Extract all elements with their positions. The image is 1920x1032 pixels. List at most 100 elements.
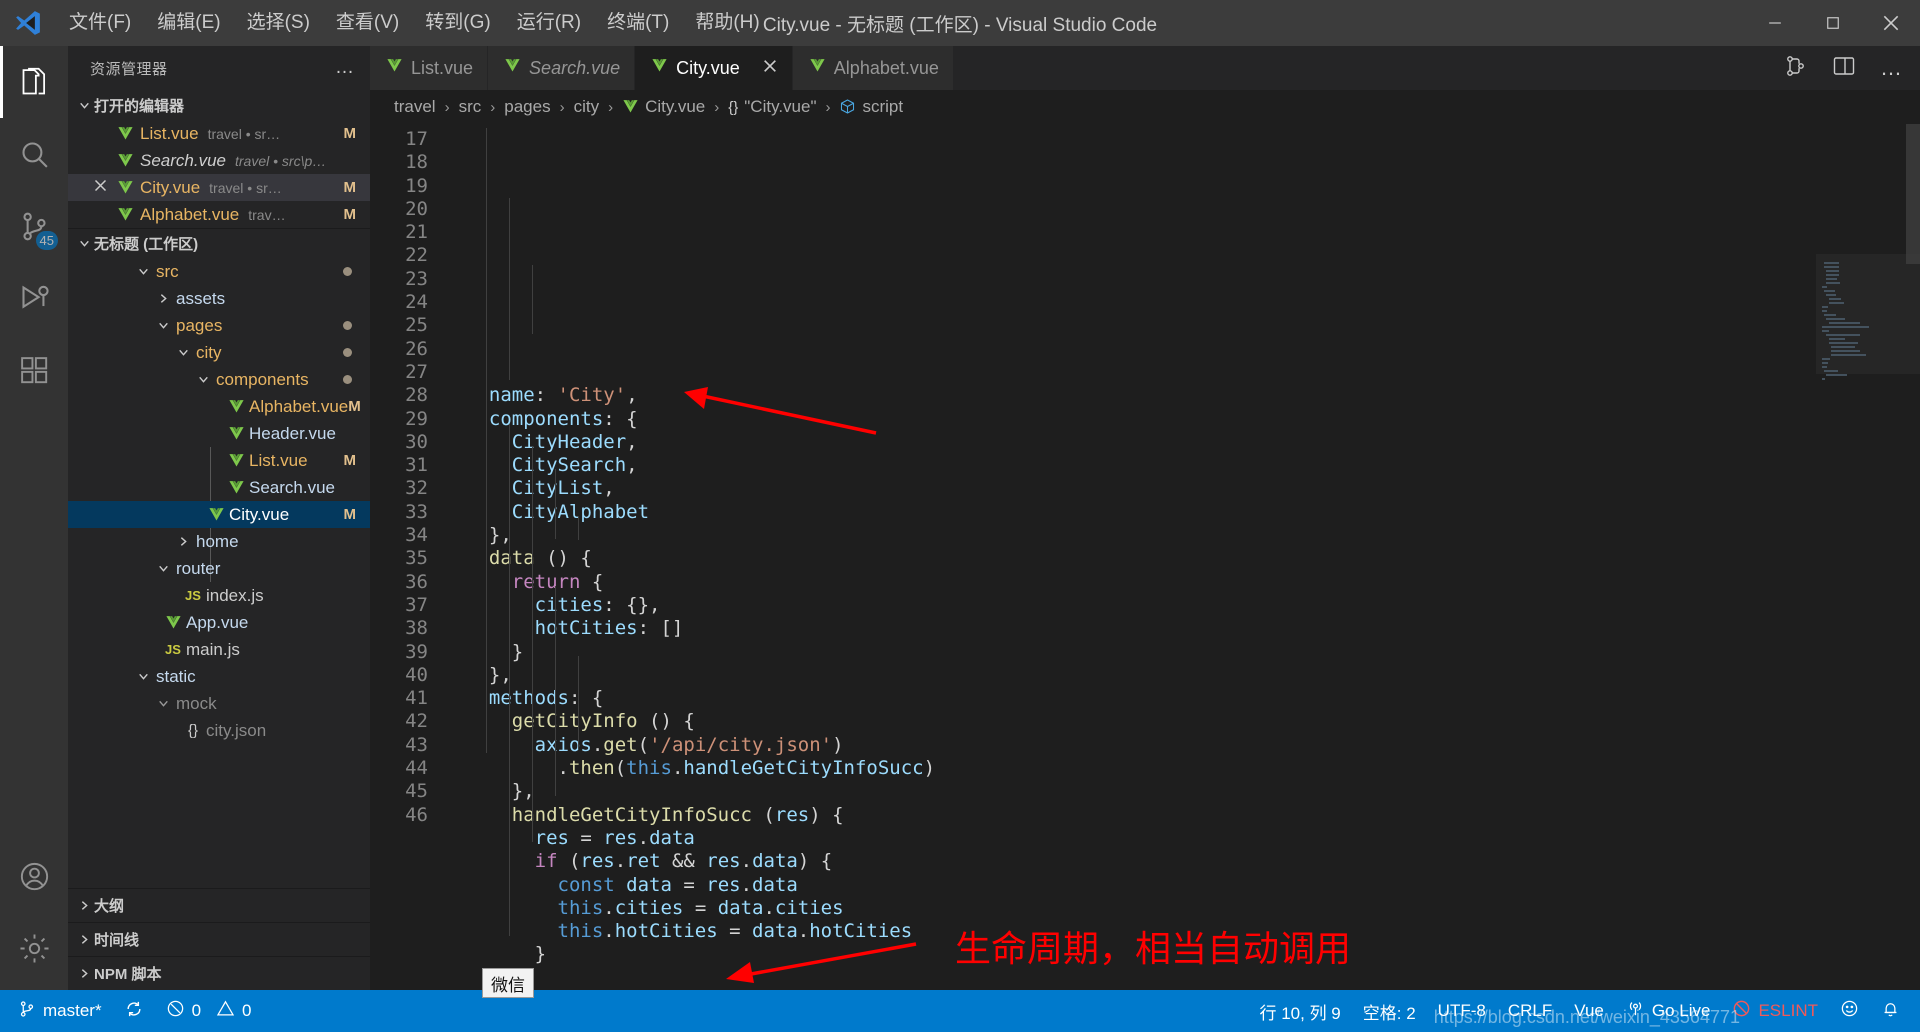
activity-accounts[interactable] bbox=[0, 840, 68, 912]
tree-file-search-vue[interactable]: Search.vue bbox=[68, 474, 370, 501]
tree-folder-home[interactable]: home bbox=[68, 528, 370, 555]
breadcrumb-symbol-object[interactable]: {} "City.vue" bbox=[728, 97, 816, 117]
status-cursor-position[interactable]: 行 10, 列 9 bbox=[1249, 990, 1352, 1032]
minimap[interactable] bbox=[1816, 124, 1920, 990]
code-line[interactable]: name: 'City', bbox=[466, 384, 1920, 407]
code-line[interactable]: handleGetCityInfoSucc (res) { bbox=[466, 804, 1920, 827]
code-line[interactable]: this.hotCities = data.hotCities bbox=[466, 920, 1920, 943]
tab-alphabet-vue[interactable]: Alphabet.vue bbox=[792, 46, 954, 90]
code-line[interactable]: } bbox=[466, 943, 1920, 966]
tab-city-vue[interactable]: City.vue bbox=[635, 46, 793, 90]
breadcrumb-src[interactable]: src bbox=[459, 97, 482, 117]
status-eol[interactable]: CRLF bbox=[1497, 990, 1563, 1032]
menu-edit[interactable]: 编辑(E) bbox=[144, 0, 233, 46]
code-line[interactable]: components: { bbox=[466, 408, 1920, 431]
breadcrumb-file[interactable]: City.vue bbox=[622, 97, 705, 117]
tab-list-vue[interactable]: List.vue bbox=[370, 46, 489, 90]
breadcrumb-city[interactable]: city bbox=[574, 97, 600, 117]
code-line[interactable]: CityHeader, bbox=[466, 431, 1920, 454]
breadcrumb-symbol-script[interactable]: script bbox=[839, 97, 903, 117]
section-open-editors[interactable]: 打开的编辑器 bbox=[68, 90, 370, 120]
code-content[interactable]: name: 'City', components: { CityHeader, … bbox=[452, 124, 1920, 990]
open-editor-item[interactable]: List.vue travel • sr… M bbox=[68, 120, 370, 147]
section-workspace[interactable]: 无标题 (工作区) bbox=[68, 228, 370, 258]
status-encoding[interactable]: UTF-8 bbox=[1427, 990, 1497, 1032]
code-line[interactable]: return { bbox=[466, 571, 1920, 594]
activity-explorer[interactable] bbox=[0, 46, 68, 118]
section-npm-scripts[interactable]: NPM 脚本 bbox=[68, 956, 370, 990]
breadcrumb-travel[interactable]: travel bbox=[394, 97, 436, 117]
tree-folder-components[interactable]: components bbox=[68, 366, 370, 393]
code-editor[interactable]: 17 18 19 20 21 22 23 24 25 26 27 28 29 30 31 32 33 34 35 36… bbox=[370, 124, 1920, 990]
tree-file-index-js[interactable]: JS index.js bbox=[68, 582, 370, 609]
menu-selection[interactable]: 选择(S) bbox=[234, 0, 323, 46]
breadcrumb-pages[interactable]: pages bbox=[504, 97, 550, 117]
code-line[interactable]: this.cities = data.cities bbox=[466, 897, 1920, 920]
code-line[interactable]: data () { bbox=[466, 547, 1920, 570]
menu-go[interactable]: 转到(G) bbox=[412, 0, 503, 46]
tree-folder-src[interactable]: src bbox=[68, 258, 370, 285]
close-editor-icon[interactable] bbox=[88, 178, 112, 197]
status-eslint[interactable]: ESLINT bbox=[1721, 990, 1829, 1032]
code-line[interactable]: }, bbox=[466, 664, 1920, 687]
sidebar-more-actions-icon[interactable]: … bbox=[335, 57, 356, 79]
tree-file-app-vue[interactable]: App.vue bbox=[68, 609, 370, 636]
split-vertical-icon[interactable] bbox=[1784, 54, 1808, 83]
activity-search[interactable] bbox=[0, 118, 68, 190]
code-line[interactable]: CitySearch, bbox=[466, 454, 1920, 477]
code-line[interactable]: } bbox=[466, 641, 1920, 664]
code-line[interactable]: methods: { bbox=[466, 687, 1920, 710]
menu-view[interactable]: 查看(V) bbox=[323, 0, 412, 46]
tree-file-city-vue-selected[interactable]: City.vue M bbox=[68, 501, 370, 528]
code-line[interactable]: CityList, bbox=[466, 477, 1920, 500]
tree-folder-pages[interactable]: pages bbox=[68, 312, 370, 339]
tree-folder-static[interactable]: static bbox=[68, 663, 370, 690]
open-editor-item-selected[interactable]: City.vue travel • sr… M bbox=[68, 174, 370, 201]
tree-folder-assets[interactable]: assets bbox=[68, 285, 370, 312]
code-line[interactable]: if (res.ret && res.data) { bbox=[466, 850, 1920, 873]
menu-run[interactable]: 运行(R) bbox=[504, 0, 594, 46]
tree-file-alphabet-vue[interactable]: Alphabet.vue M bbox=[68, 393, 370, 420]
status-feedback[interactable] bbox=[1829, 990, 1870, 1032]
open-editor-item[interactable]: Search.vue travel • src\p… bbox=[68, 147, 370, 174]
section-outline[interactable]: 大纲 bbox=[68, 888, 370, 922]
menu-file[interactable]: 文件(F) bbox=[56, 0, 144, 46]
activity-source-control[interactable]: 45 bbox=[0, 190, 68, 262]
activity-run-debug[interactable] bbox=[0, 262, 68, 334]
status-indentation[interactable]: 空格: 2 bbox=[1352, 990, 1427, 1032]
code-line[interactable]: hotCities: [] bbox=[466, 617, 1920, 640]
code-line[interactable]: }, bbox=[466, 780, 1920, 803]
section-timeline[interactable]: 时间线 bbox=[68, 922, 370, 956]
code-line[interactable]: }, bbox=[466, 524, 1920, 547]
menu-help[interactable]: 帮助(H) bbox=[682, 0, 772, 46]
tab-search-vue[interactable]: Search.vue bbox=[488, 46, 636, 90]
tree-folder-mock[interactable]: mock bbox=[68, 690, 370, 717]
split-editor-icon[interactable] bbox=[1832, 54, 1856, 83]
tree-file-city-json[interactable]: {} city.json bbox=[68, 717, 370, 744]
minimize-button[interactable] bbox=[1746, 0, 1804, 46]
tree-file-list-vue[interactable]: List.vue M bbox=[68, 447, 370, 474]
status-branch[interactable]: master* bbox=[0, 990, 113, 1032]
open-editor-item[interactable]: Alphabet.vue trav… M bbox=[68, 201, 370, 228]
code-line[interactable]: res = res.data bbox=[466, 827, 1920, 850]
status-language-mode[interactable]: Vue bbox=[1563, 990, 1615, 1032]
maximize-button[interactable] bbox=[1804, 0, 1862, 46]
code-line[interactable]: } bbox=[466, 967, 1920, 990]
status-notifications[interactable] bbox=[1870, 990, 1920, 1032]
activity-extensions[interactable] bbox=[0, 334, 68, 406]
code-line[interactable]: cities: {}, bbox=[466, 594, 1920, 617]
status-go-live[interactable]: Go Live bbox=[1615, 990, 1722, 1032]
code-line[interactable]: CityAlphabet bbox=[466, 501, 1920, 524]
tree-folder-router[interactable]: router bbox=[68, 555, 370, 582]
code-line[interactable]: .then(this.handleGetCityInfoSucc) bbox=[466, 757, 1920, 780]
code-line[interactable]: const data = res.data bbox=[466, 874, 1920, 897]
activity-settings[interactable] bbox=[0, 912, 68, 984]
tree-file-main-js[interactable]: JS main.js bbox=[68, 636, 370, 663]
code-line[interactable]: axios.get('/api/city.json') bbox=[466, 734, 1920, 757]
tree-folder-city[interactable]: city bbox=[68, 339, 370, 366]
menu-terminal[interactable]: 终端(T) bbox=[594, 0, 682, 46]
tree-file-header-vue[interactable]: Header.vue bbox=[68, 420, 370, 447]
status-sync[interactable] bbox=[113, 990, 155, 1032]
editor-scrollbar[interactable] bbox=[1906, 124, 1920, 264]
close-button[interactable] bbox=[1862, 0, 1920, 46]
